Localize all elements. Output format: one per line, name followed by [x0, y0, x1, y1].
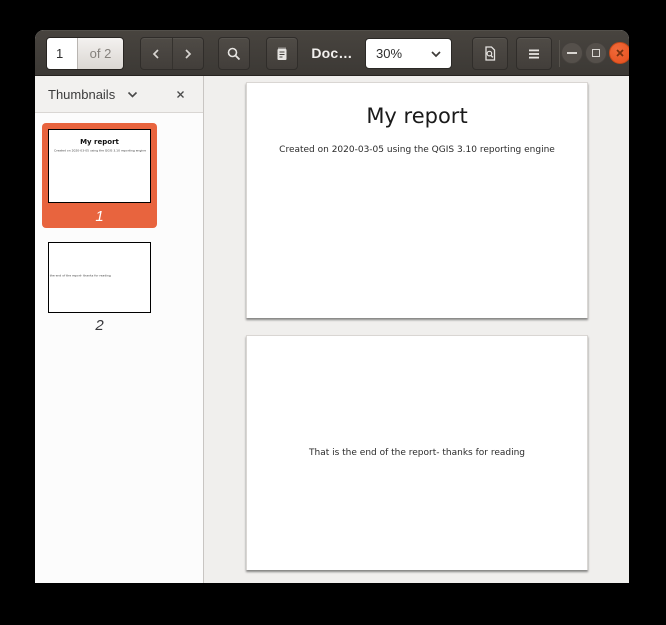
forward-button[interactable]: [172, 38, 203, 69]
hamburger-icon: [527, 48, 541, 60]
close-button[interactable]: [609, 42, 629, 64]
document-scroll-area[interactable]: My report Created on 2020-03-05 using th…: [204, 76, 629, 583]
page-number-input[interactable]: [47, 38, 77, 69]
window-title: Doc…: [307, 30, 357, 76]
thumbnails-sidebar: Thumbnails My report Created on 2020-03-…: [35, 76, 204, 583]
window-content: Thumbnails My report Created on 2020-03-…: [35, 76, 629, 583]
page-view-button[interactable]: [472, 37, 508, 70]
chevron-left-icon: [151, 48, 161, 60]
thumbnail-page-preview: My report Created on 2020-03-05 using th…: [48, 129, 151, 203]
history-nav-group: [140, 37, 204, 70]
sidebar-header: Thumbnails: [35, 76, 203, 113]
thumb-page-subtitle: Created on 2020-03-05 using the QGIS 3.1…: [49, 149, 150, 153]
report-subtitle: Created on 2020-03-05 using the QGIS 3.1…: [247, 145, 587, 155]
document-viewer-window: of 2: [35, 30, 629, 583]
sidebar-mode-label: Thumbnails: [48, 87, 115, 102]
chevron-down-icon: [430, 50, 442, 58]
thumbnail-item-1-selected[interactable]: My report Created on 2020-03-05 using th…: [42, 123, 157, 228]
chevron-right-icon: [183, 48, 193, 60]
zoom-level-value: 30%: [366, 46, 430, 61]
close-sidebar-icon: [176, 90, 185, 99]
thumbnail-page-number: 1: [42, 208, 157, 225]
sidebar-mode-dropdown-icon[interactable]: [127, 91, 138, 98]
page-count-label: of 2: [77, 38, 123, 69]
notepad-icon: [274, 46, 290, 62]
header-bar: of 2: [35, 30, 629, 76]
thumb-page-body: That is the end of the report- thanks fo…: [48, 274, 112, 278]
zoom-level-dropdown[interactable]: 30%: [365, 38, 452, 69]
thumb-page-title: My report: [49, 138, 150, 146]
annotations-button[interactable]: [266, 37, 298, 70]
page-magnifier-icon: [482, 45, 498, 63]
thumbnail-page-preview: That is the end of the report- thanks fo…: [48, 242, 151, 313]
sidebar-close-button[interactable]: [167, 76, 193, 113]
search-button[interactable]: [218, 37, 250, 70]
close-icon: [615, 48, 625, 58]
menu-button[interactable]: [516, 37, 552, 70]
report-closing-text: That is the end of the report- thanks fo…: [309, 448, 525, 458]
back-button[interactable]: [141, 38, 172, 69]
headerbar-separator: [559, 40, 560, 67]
thumbnail-page-number: 2: [42, 317, 157, 334]
minimize-icon: [567, 52, 577, 54]
search-icon: [226, 46, 242, 62]
thumbnail-list: My report Created on 2020-03-05 using th…: [35, 113, 203, 583]
thumbnail-item-2[interactable]: That is the end of the report- thanks fo…: [42, 239, 157, 331]
maximize-icon: [592, 49, 600, 57]
document-page-1: My report Created on 2020-03-05 using th…: [246, 82, 588, 318]
document-page-2: That is the end of the report- thanks fo…: [246, 335, 588, 570]
page-number-group: of 2: [46, 37, 124, 70]
minimize-button[interactable]: [561, 42, 583, 64]
maximize-button[interactable]: [585, 42, 607, 64]
report-title: My report: [247, 104, 587, 128]
